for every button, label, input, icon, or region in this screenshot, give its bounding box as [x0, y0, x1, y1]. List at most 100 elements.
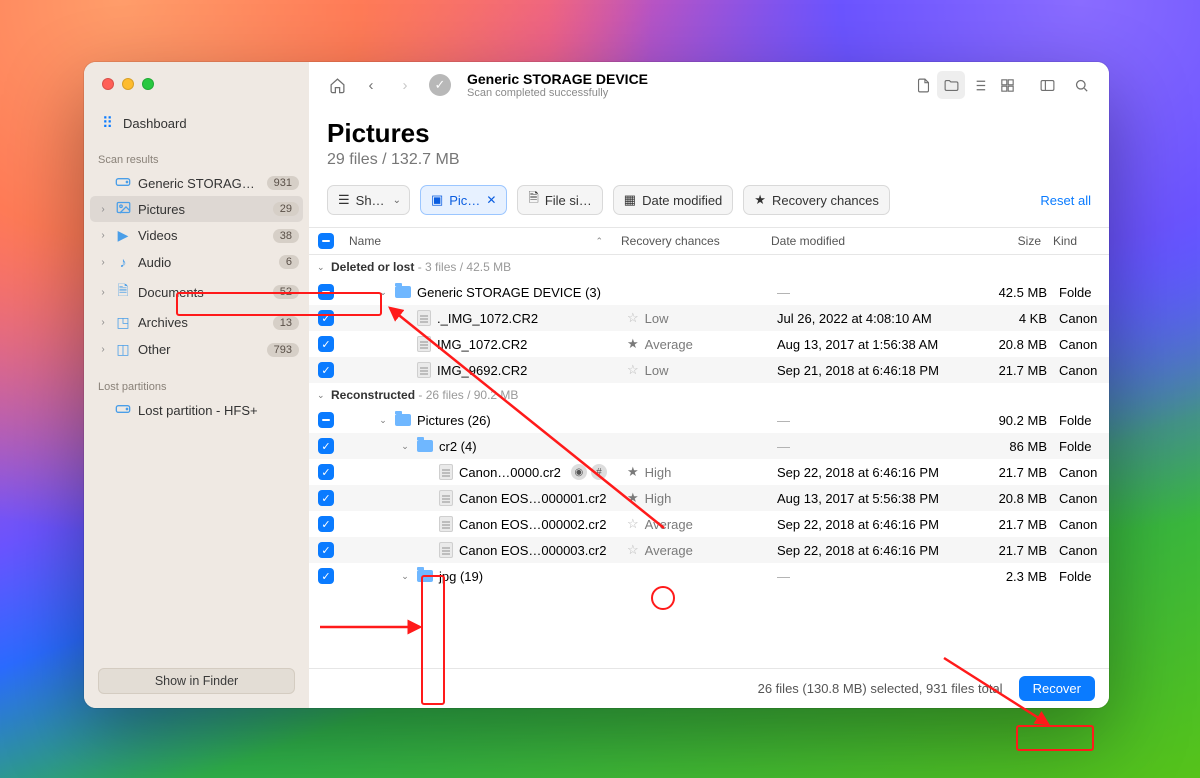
group-header-deleted[interactable]: ⌄ Deleted or lost - 3 files / 42.5 MB — [309, 255, 1109, 279]
sidebar-item-archives[interactable]: ›◳Archives13 — [84, 309, 309, 336]
preview-icon[interactable]: ◉ — [571, 464, 587, 480]
col-size[interactable]: Size — [975, 234, 1047, 248]
table-row[interactable]: ⌄Pictures (26)—90.2 MBFolde — [309, 407, 1109, 433]
show-in-finder-button[interactable]: Show in Finder — [98, 668, 295, 694]
title-block: Generic STORAGE DEVICE Scan completed su… — [467, 71, 903, 100]
row-checkbox[interactable] — [318, 336, 334, 352]
table-row[interactable]: IMG_1072.CR2★AverageAug 13, 2017 at 1:56… — [309, 331, 1109, 357]
kind-value: Canon — [1053, 363, 1109, 378]
table-row[interactable]: ⌄cr2 (4)—86 MBFolde — [309, 433, 1109, 459]
folder-icon — [417, 440, 433, 452]
file-icon: 🗎 — [528, 189, 538, 211]
footer-bar: 26 files (130.8 MB) selected, 931 files … — [309, 668, 1109, 708]
table-row[interactable]: ⌄jpg (19)—2.3 MBFolde — [309, 563, 1109, 589]
size-value: 2.3 MB — [981, 569, 1053, 584]
close-window-button[interactable] — [102, 78, 114, 90]
kind-value: Canon — [1053, 311, 1109, 326]
col-name[interactable]: Name⌃ — [343, 234, 615, 248]
dashboard-link[interactable]: ⠿ Dashboard — [84, 90, 309, 146]
col-kind[interactable]: Kind — [1047, 234, 1103, 248]
date-value: — — [777, 569, 790, 584]
view-grid-icon[interactable] — [993, 71, 1021, 99]
chevron-icon: › — [98, 204, 108, 215]
folder-icon — [395, 286, 411, 298]
category-icon: 🗎 — [114, 280, 132, 304]
recovery-value: Low — [645, 311, 669, 326]
search-icon[interactable] — [1067, 71, 1095, 99]
filesize-filter[interactable]: 🗎File si… — [517, 185, 602, 215]
row-checkbox[interactable] — [318, 568, 334, 584]
reset-filters-link[interactable]: Reset all — [1040, 193, 1091, 208]
row-checkbox[interactable] — [318, 362, 334, 378]
recovery-filter[interactable]: ★Recovery chances — [743, 185, 890, 215]
hex-icon[interactable]: # — [591, 464, 607, 480]
table-row[interactable]: Canon EOS…000002.cr2☆AverageSep 22, 2018… — [309, 511, 1109, 537]
select-all-checkbox[interactable] — [318, 233, 334, 249]
row-checkbox[interactable] — [318, 438, 334, 454]
star-icon: ★ — [754, 192, 766, 208]
date-filter[interactable]: ▦Date modified — [613, 185, 734, 215]
file-name: Canon EOS…000002.cr2 — [459, 517, 606, 532]
row-checkbox[interactable] — [318, 490, 334, 506]
sidebar-item-documents[interactable]: ›🗎Documents52 — [84, 275, 309, 309]
sidebar-item-videos[interactable]: ›▶Videos38 — [84, 222, 309, 249]
minimize-window-button[interactable] — [122, 78, 134, 90]
chevron-icon: › — [98, 344, 108, 355]
col-recovery[interactable]: Recovery chances — [615, 234, 765, 248]
show-filter[interactable]: ☰Sh…⌄ — [327, 185, 410, 215]
disclosure-icon[interactable]: ⌄ — [399, 571, 411, 582]
back-button[interactable]: ‹ — [357, 71, 385, 99]
row-checkbox[interactable] — [318, 516, 334, 532]
clear-filter-icon[interactable]: ✕ — [486, 193, 496, 207]
file-name: cr2 (4) — [439, 439, 477, 454]
sidebar-item-pictures[interactable]: ›Pictures29 — [90, 196, 303, 222]
chevron-icon: › — [98, 230, 108, 241]
calendar-icon: ▦ — [624, 192, 636, 208]
col-date[interactable]: Date modified — [765, 234, 975, 248]
home-button[interactable] — [323, 71, 351, 99]
kind-value: Canon — [1053, 491, 1109, 506]
table-row[interactable]: Canon…0000.cr2◉#★HighSep 22, 2018 at 6:4… — [309, 459, 1109, 485]
pictures-filter-chip[interactable]: ▣Pic…✕ — [420, 185, 507, 215]
file-name: IMG_1072.CR2 — [437, 337, 527, 352]
recover-button[interactable]: Recover — [1019, 676, 1095, 701]
folder-icon — [395, 414, 411, 426]
row-checkbox[interactable] — [318, 542, 334, 558]
window-controls — [84, 62, 309, 90]
table-row[interactable]: Canon EOS…000003.cr2☆AverageSep 22, 2018… — [309, 537, 1109, 563]
file-icon — [439, 542, 453, 558]
row-checkbox[interactable] — [318, 412, 334, 428]
view-folder-icon[interactable] — [937, 71, 965, 99]
view-file-icon[interactable] — [909, 71, 937, 99]
folder-icon — [417, 570, 433, 582]
dashboard-icon: ⠿ — [102, 114, 113, 132]
size-value: 20.8 MB — [981, 337, 1053, 352]
table-row[interactable]: ⌄Generic STORAGE DEVICE (3)—42.5 MBFolde — [309, 279, 1109, 305]
sidebar-item-other[interactable]: ›◫Other793 — [84, 336, 309, 363]
disclosure-icon[interactable]: ⌄ — [399, 441, 411, 452]
group-header-reconstructed[interactable]: ⌄ Reconstructed - 26 files / 90.2 MB — [309, 383, 1109, 407]
zoom-window-button[interactable] — [142, 78, 154, 90]
sidebar-item-label: Archives — [138, 315, 267, 330]
sidebar-item-generic-storag-[interactable]: Generic STORAG…931 — [84, 170, 309, 196]
table-header: Name⌃ Recovery chances Date modified Siz… — [309, 227, 1109, 255]
table-row[interactable]: Canon EOS…000001.cr2★HighAug 13, 2017 at… — [309, 485, 1109, 511]
disclosure-icon[interactable]: ⌄ — [377, 287, 389, 298]
row-checkbox[interactable] — [318, 464, 334, 480]
date-value: Sep 22, 2018 at 6:46:16 PM — [777, 543, 939, 558]
category-icon — [114, 201, 132, 217]
row-checkbox[interactable] — [318, 310, 334, 326]
sidebar-item-lost-partition[interactable]: Lost partition - HFS+ — [84, 397, 309, 423]
chevron-icon: › — [98, 287, 108, 298]
view-list-icon[interactable] — [965, 71, 993, 99]
table-row[interactable]: ._IMG_1072.CR2☆LowJul 26, 2022 at 4:08:1… — [309, 305, 1109, 331]
table-row[interactable]: IMG_9692.CR2☆LowSep 21, 2018 at 6:46:18 … — [309, 357, 1109, 383]
row-checkbox[interactable] — [318, 284, 334, 300]
recovery-value: High — [645, 491, 672, 506]
sidebar-toggle-icon[interactable] — [1033, 71, 1061, 99]
sidebar-item-audio[interactable]: ›♪Audio6 — [84, 249, 309, 275]
disclosure-icon[interactable]: ⌄ — [377, 415, 389, 426]
size-value: 90.2 MB — [981, 413, 1053, 428]
file-icon — [417, 362, 431, 378]
forward-button[interactable]: › — [391, 71, 419, 99]
